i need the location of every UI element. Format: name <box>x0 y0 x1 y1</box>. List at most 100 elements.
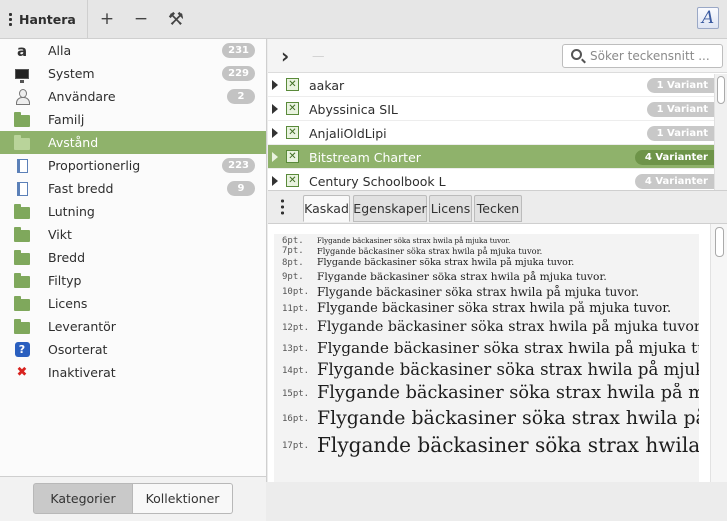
font-name: aakar <box>309 78 345 93</box>
expand-arrow-icon[interactable] <box>272 152 278 162</box>
preview-sample-text: Flygande bäckasiner söka strax hwila på … <box>317 383 699 403</box>
variant-count-badge: 4 Varianter <box>634 174 714 189</box>
expand-arrow-icon[interactable] <box>272 128 278 138</box>
sidebar-item-label: Avstånd <box>48 135 99 150</box>
enabled-checkbox[interactable]: ✕ <box>286 174 299 187</box>
sidebar-item-label: Bredd <box>48 250 85 265</box>
expand-arrow-icon[interactable] <box>272 176 278 186</box>
tools-icon: ⚒ <box>167 8 185 30</box>
chevron-right-icon[interactable]: › <box>281 44 289 68</box>
font-row[interactable]: ✕ Bitstream Charter 4 Varianter <box>268 145 714 169</box>
enabled-checkbox[interactable]: ✕ <box>286 126 299 139</box>
book-icon <box>14 158 30 173</box>
preview-sample-text: Flygande bäckasiner söka strax hwila på … <box>317 319 699 335</box>
tools-button[interactable]: ⚒ <box>160 0 192 38</box>
preview-sample-text: Flygande bäckasiner söka strax hwila på … <box>317 257 575 268</box>
point-size-label: 13pt. <box>282 343 310 354</box>
preview-line: 6pt. Flygande bäckasiner söka strax hwila… <box>274 236 699 246</box>
preview-sample-text: Flygande bäckasiner söka strax hwila på … <box>317 360 699 379</box>
enabled-checkbox[interactable]: ✕ <box>286 102 299 115</box>
tab-kaskad[interactable]: Kaskad <box>303 195 350 222</box>
tab-licens[interactable]: Licens <box>429 195 472 222</box>
font-row[interactable]: ✕ aakar 1 Variant <box>268 73 714 97</box>
count-badge: 231 <box>222 43 255 58</box>
folder-icon <box>14 203 30 219</box>
font-row[interactable]: ✕ Century Schoolbook L 4 Varianter <box>268 169 714 193</box>
expand-arrow-icon[interactable] <box>272 80 278 90</box>
sidebar-item-label: Lutning <box>48 204 95 219</box>
sidebar-item-användare[interactable]: Användare 2 <box>0 85 266 108</box>
expand-arrow-icon[interactable] <box>272 104 278 114</box>
font-icon: A <box>701 8 715 28</box>
add-button[interactable]: + <box>92 0 122 38</box>
app-menu-button[interactable]: Hantera <box>0 0 88 38</box>
sidebar-item-vikt[interactable]: Vikt <box>0 223 266 246</box>
tab-menu-icon[interactable] <box>281 198 284 215</box>
font-row[interactable]: ✕ AnjaliOldLipi 1 Variant <box>268 121 714 145</box>
sidebar-item-alla[interactable]: a Alla 231 <box>0 39 266 62</box>
font-search-input[interactable]: Söker teckensnitt ... <box>562 44 723 68</box>
font-name: Century Schoolbook L <box>309 174 446 189</box>
preview-scrollbar[interactable] <box>710 224 727 482</box>
folder-icon <box>14 272 30 288</box>
count-badge: 223 <box>222 158 255 173</box>
enabled-checkbox[interactable]: ✕ <box>286 150 299 163</box>
sidebar-item-osorterat[interactable]: ? Osorterat <box>0 338 266 361</box>
preview-sample-text: Flygande bäckasiner söka strax hwila på … <box>317 339 699 357</box>
preview-line: 8pt. Flygande bäckasiner söka strax hwila… <box>274 257 699 270</box>
book-icon <box>14 181 30 196</box>
variant-count-badge: 1 Variant <box>646 126 714 141</box>
sidebar-item-label: Proportionerlig <box>48 158 141 173</box>
sidebar-item-label: Leverantör <box>48 319 116 334</box>
tab-tecken[interactable]: Tecken <box>474 195 522 222</box>
preview-area: 6pt. Flygande bäckasiner söka strax hwila… <box>274 234 699 482</box>
folder-icon <box>14 249 30 265</box>
preview-sample-text: Flygande bäckasiner söka strax hwila på … <box>317 285 640 299</box>
sidebar-item-leverantör[interactable]: Leverantör <box>0 315 266 338</box>
point-size-label: 15pt. <box>282 389 310 399</box>
sidebar-item-system[interactable]: System 229 <box>0 62 266 85</box>
sidebar-item-avstånd[interactable]: Avstånd <box>0 131 266 154</box>
sidebar-item-label: Familj <box>48 112 85 127</box>
sidebar-item-filtyp[interactable]: Filtyp <box>0 269 266 292</box>
category-sidebar: a Alla 231 System 229 Användare 2 Familj Avstånd… <box>0 39 267 521</box>
monitor-icon <box>14 66 30 83</box>
collections-toggle[interactable]: Kollektioner <box>133 483 233 514</box>
sidebar-item-proportionerlig[interactable]: Proportionerlig 223 <box>0 154 266 177</box>
preview-sample-text: Flygande bäckasiner söka strax hwila på … <box>317 301 672 316</box>
sidebar-item-inaktiverat[interactable]: ✖ Inaktiverat <box>0 361 266 384</box>
header-bar: Hantera + − ⚒ A <box>0 0 727 39</box>
preview-tabs: Kaskad Egenskaper Licens Tecken <box>268 192 727 223</box>
point-size-label: 6pt. <box>282 236 304 246</box>
tab-egenskaper[interactable]: Egenskaper <box>353 195 427 222</box>
preview-scroll-thumb[interactable] <box>715 227 724 257</box>
sidebar-item-lutning[interactable]: Lutning <box>0 200 266 223</box>
folder-icon <box>14 318 30 334</box>
font-list-scroll-thumb[interactable] <box>717 76 725 104</box>
sidebar-bottom-bar: Kategorier Kollektioner <box>0 476 266 521</box>
font-list-scrollbar[interactable] <box>714 74 727 190</box>
enabled-checkbox[interactable]: ✕ <box>286 78 299 91</box>
preview-sample-text: Flygande bäckasiner söka strax hwila på … <box>317 407 699 429</box>
preview-sample-text: Flygande bäckasiner söka strax hwila på … <box>317 270 607 283</box>
sidebar-item-fast bredd[interactable]: Fast bredd 9 <box>0 177 266 200</box>
font-viewer-button[interactable]: A <box>697 7 719 29</box>
preview-line: 12pt. Flygande bäckasiner söka strax hwil… <box>274 319 699 339</box>
user-icon <box>14 89 30 105</box>
minus-icon: − <box>133 9 149 29</box>
sidebar-item-familj[interactable]: Familj <box>0 108 266 131</box>
count-badge: 9 <box>227 181 255 196</box>
font-list-pane: › — Söker teckensnitt ... ✕ aakar 1 Varian… <box>268 39 727 193</box>
font-list-header: › — Söker teckensnitt ... <box>268 39 727 73</box>
categories-toggle[interactable]: Kategorier <box>33 483 133 514</box>
a-icon: a <box>16 41 28 60</box>
variant-count-badge: 1 Variant <box>646 102 714 117</box>
folder-icon <box>14 111 30 127</box>
sidebar-item-licens[interactable]: Licens <box>0 292 266 315</box>
count-badge: 229 <box>222 66 255 81</box>
preview-line: 9pt. Flygande bäckasiner söka strax hwila… <box>274 270 699 285</box>
sidebar-item-bredd[interactable]: Bredd <box>0 246 266 269</box>
preview-sample-text: Flygande bäckasiner söka strax hwila på … <box>317 433 699 457</box>
font-row[interactable]: ✕ Abyssinica SIL 1 Variant <box>268 97 714 121</box>
remove-button[interactable]: − <box>126 0 156 38</box>
